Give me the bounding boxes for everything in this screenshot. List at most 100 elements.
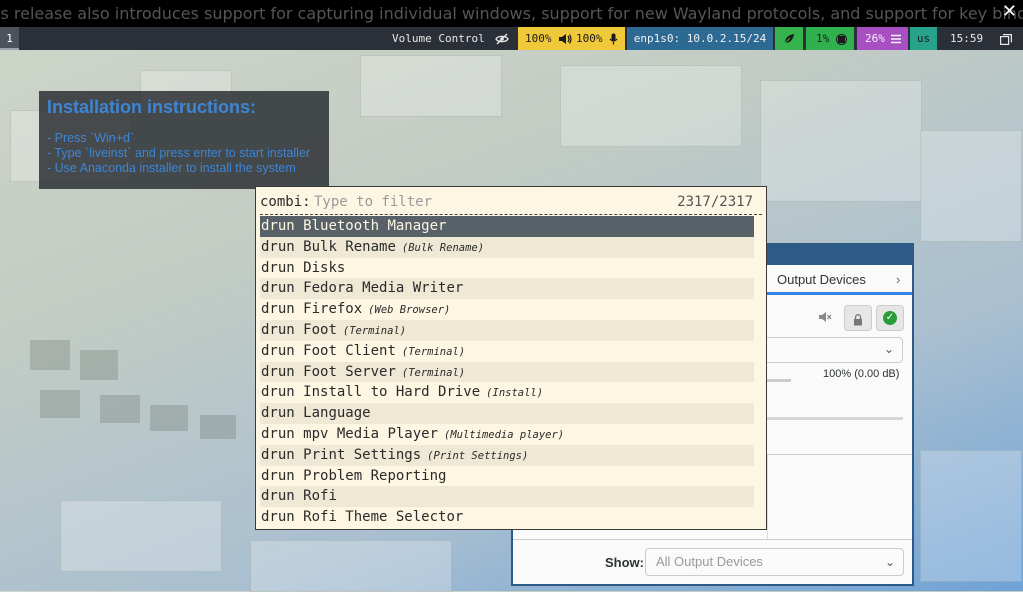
keyboard-layout[interactable]: us bbox=[910, 27, 937, 50]
close-icon[interactable]: ✕ bbox=[1002, 0, 1017, 24]
rofi-entry[interactable]: drun Rofi Theme Selector bbox=[260, 507, 754, 528]
installation-instructions-box: Installation instructions: - Press `Win+… bbox=[39, 91, 329, 189]
rofi-match-count: 2317/2317 bbox=[677, 194, 753, 210]
volume-module[interactable]: 100% 100% bbox=[518, 27, 625, 50]
divider bbox=[767, 455, 768, 540]
speaker-icon bbox=[558, 27, 572, 50]
rofi-entry[interactable]: drun Disks bbox=[260, 258, 754, 279]
microphone-icon bbox=[609, 27, 618, 50]
set-fallback-button[interactable]: ✓ bbox=[876, 305, 904, 331]
volume-level-bar bbox=[763, 417, 903, 420]
install-step: - Type `liveinst` and press enter to sta… bbox=[47, 146, 311, 160]
rofi-entry[interactable]: drun Rofi bbox=[260, 486, 754, 508]
install-step: - Press `Win+d` bbox=[47, 131, 135, 145]
volume-output-value: 100% bbox=[525, 32, 552, 45]
rofi-launcher: combi: Type to filter 2317/2317 drun Blu… bbox=[255, 186, 767, 530]
rofi-entry-description: (Print Settings) bbox=[427, 449, 529, 462]
show-devices-select[interactable]: All Output Devices ⌄ bbox=[645, 548, 904, 576]
lock-channels-button[interactable] bbox=[844, 305, 872, 331]
rofi-entry[interactable]: drun mpv Media Player (Multimedia player) bbox=[260, 424, 754, 445]
notification-icon[interactable] bbox=[1000, 27, 1018, 50]
rofi-entry-name: Fedora Media Writer bbox=[303, 280, 464, 297]
rofi-entry-mode: drun bbox=[261, 280, 295, 297]
rofi-entry[interactable]: drun Install to Hard Drive (Install) bbox=[260, 382, 754, 403]
rofi-results-list: drun Bluetooth Manager drun Bulk Rename (B… bbox=[260, 216, 754, 528]
rofi-entry-mode: drun bbox=[261, 467, 295, 484]
volume-input-value: 100% bbox=[576, 32, 603, 45]
rofi-entry-name: Bulk Rename bbox=[303, 238, 396, 255]
rofi-entry-mode: drun bbox=[261, 425, 295, 442]
install-step: - Use Anaconda installer to install the … bbox=[47, 161, 296, 175]
rofi-entry-mode: drun bbox=[261, 301, 295, 318]
rofi-entry[interactable]: drun Foot Server (Terminal) bbox=[260, 361, 754, 383]
rofi-filter-input[interactable]: Type to filter bbox=[314, 194, 432, 210]
rofi-entry-description: (Multimedia player) bbox=[444, 428, 565, 441]
clock[interactable]: 15:59 bbox=[950, 27, 983, 50]
rofi-entry-description: (Terminal) bbox=[342, 324, 407, 337]
rofi-entry-mode: drun bbox=[261, 509, 295, 526]
tab-scroll-right-icon[interactable]: › bbox=[896, 272, 900, 287]
rofi-entry[interactable]: drun Fedora Media Writer bbox=[260, 278, 754, 300]
rofi-entry[interactable]: drun Foot Client (Terminal) bbox=[260, 341, 754, 362]
rofi-entry-description: (Bulk Rename) bbox=[401, 241, 485, 254]
banner-text: is release also introduces support for c… bbox=[0, 4, 1023, 23]
rofi-entry-name: Problem Reporting bbox=[303, 467, 447, 484]
rofi-entry-description: (Terminal) bbox=[401, 345, 466, 358]
rofi-entry-name: Disks bbox=[303, 259, 346, 276]
rofi-entry[interactable]: drun Foot (Terminal) bbox=[260, 319, 754, 341]
rofi-entry[interactable]: drun Problem Reporting bbox=[260, 466, 754, 487]
rofi-entry-name: Print Settings bbox=[303, 446, 422, 463]
show-devices-value: All Output Devices bbox=[656, 554, 763, 569]
memory-icon bbox=[891, 27, 901, 50]
rofi-entry-mode: drun bbox=[261, 488, 295, 505]
rofi-entry[interactable]: drun Language bbox=[260, 403, 754, 424]
rofi-entry-mode: drun bbox=[261, 363, 295, 380]
rofi-entry-name: Bluetooth Manager bbox=[303, 218, 447, 234]
divider bbox=[513, 539, 912, 540]
rofi-entry[interactable]: drun Bluetooth Manager bbox=[260, 216, 754, 237]
eye-slash-icon[interactable] bbox=[490, 27, 514, 50]
chevron-down-icon: ⌄ bbox=[884, 555, 895, 569]
cpu-chip-icon bbox=[836, 27, 847, 50]
cpu-value: 1% bbox=[816, 32, 830, 45]
rofi-entry-description: (Web Browser) bbox=[368, 304, 451, 317]
mute-speaker-icon[interactable] bbox=[818, 311, 832, 326]
rofi-entry-mode: drun bbox=[261, 218, 295, 234]
rofi-entry[interactable]: drun Bulk Rename (Bulk Rename) bbox=[260, 236, 754, 258]
rofi-entry-name: Firefox bbox=[303, 301, 363, 318]
tab-output-devices[interactable]: Output Devices bbox=[767, 265, 912, 295]
rofi-entry-name: Language bbox=[303, 405, 371, 422]
rofi-entry-name: mpv Media Player bbox=[303, 425, 439, 442]
rofi-prompt: combi: bbox=[260, 194, 311, 210]
rofi-entry-description: (Terminal) bbox=[401, 366, 466, 379]
rofi-entry-mode: drun bbox=[261, 238, 295, 255]
port-select[interactable]: ⌄ bbox=[753, 337, 903, 363]
volume-slider[interactable] bbox=[763, 379, 791, 382]
release-notes-banner: is release also introduces support for c… bbox=[0, 0, 1023, 27]
install-title: Installation instructions: bbox=[47, 97, 257, 117]
memory-value: 26% bbox=[865, 32, 885, 45]
rofi-entry[interactable]: drun Print Settings (Print Settings) bbox=[260, 444, 754, 466]
rofi-entry-mode: drun bbox=[261, 405, 295, 422]
workspace-button[interactable]: 1 bbox=[0, 27, 19, 50]
cpu-module[interactable]: 1% bbox=[806, 27, 854, 50]
chevron-down-icon: ⌄ bbox=[883, 342, 894, 356]
status-bar: 1 Volume Control 100% 100% enp1s0: 10.0. bbox=[0, 27, 1023, 50]
rofi-entry-name: Foot Server bbox=[303, 363, 396, 380]
network-module[interactable]: enp1s0: 10.0.2.15/24 bbox=[627, 27, 773, 50]
power-profile-icon[interactable] bbox=[775, 27, 803, 50]
volume-readout: 100% (0.00 dB) bbox=[823, 368, 900, 380]
rofi-entry-name: Install to Hard Drive bbox=[303, 384, 481, 401]
divider bbox=[260, 214, 762, 215]
rofi-entry-name: Rofi Theme Selector bbox=[303, 509, 464, 526]
rofi-entry-mode: drun bbox=[261, 384, 295, 401]
checkmark-icon: ✓ bbox=[883, 311, 897, 325]
rofi-entry-description: (Install) bbox=[486, 387, 544, 400]
rofi-entry-name: Rofi bbox=[303, 488, 337, 505]
rofi-entry-mode: drun bbox=[261, 259, 295, 276]
memory-module[interactable]: 26% bbox=[857, 27, 908, 50]
rofi-entry[interactable]: drun Firefox (Web Browser) bbox=[260, 299, 754, 320]
rofi-entry-mode: drun bbox=[261, 342, 295, 359]
rofi-entry-mode: drun bbox=[261, 321, 295, 338]
rofi-entry-name: Foot Client bbox=[303, 342, 396, 359]
